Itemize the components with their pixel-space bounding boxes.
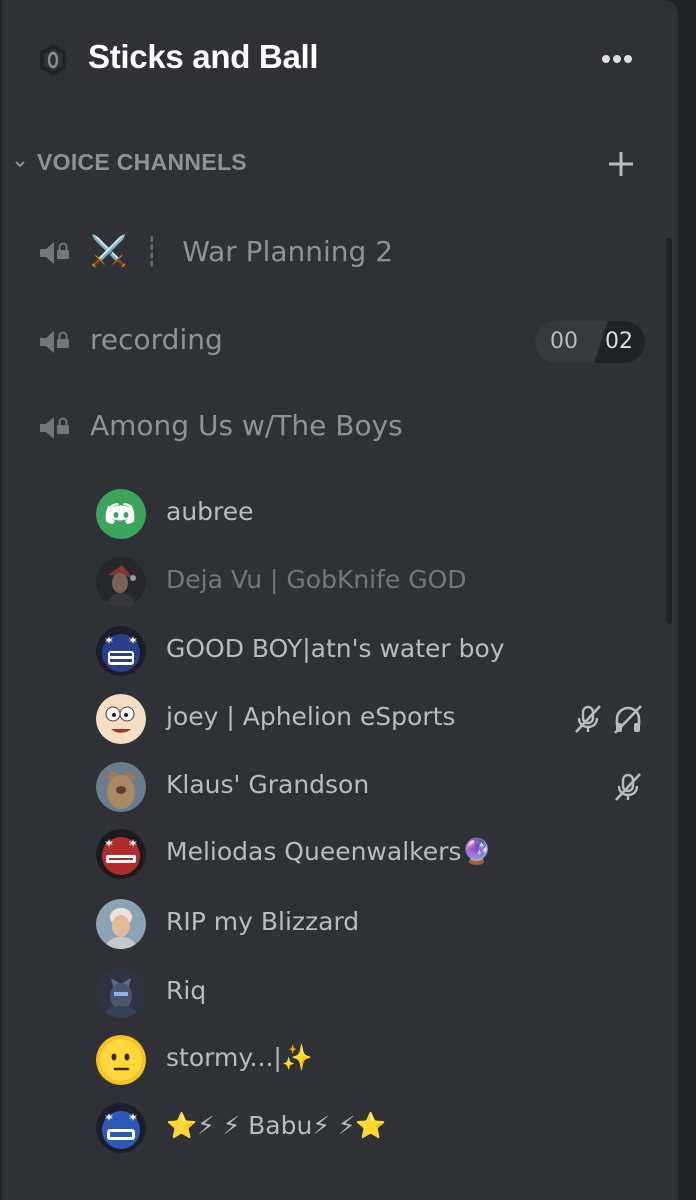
discord-logo-avatar <box>96 489 146 539</box>
member-name: RIP my Blizzard <box>166 907 360 936</box>
channel-sidebar: Sticks and Ball VOICE CHANNELS ⚔️ ┊ War Pl… <box>2 0 678 1200</box>
add-channel-icon[interactable] <box>606 149 636 179</box>
member-name: Meliodas Queenwalkers🔮 <box>166 837 493 866</box>
user-limit: 02 <box>605 329 633 354</box>
locked-speaker-icon <box>40 331 69 353</box>
voice-member[interactable]: Meliodas Queenwalkers🔮 <box>82 822 662 886</box>
server-settings-icon <box>40 44 66 76</box>
server-name: Sticks and Ball <box>88 38 319 75</box>
person-photo-avatar <box>96 899 146 949</box>
channel-separator: ┊ <box>143 235 161 268</box>
user-limit-badge: 00 02 <box>535 321 645 363</box>
member-name: stormy...|✨ <box>166 1043 313 1072</box>
channel-name-text: Among Us w/The Boys <box>90 409 403 442</box>
meliodas-badge-avatar <box>96 829 146 879</box>
muted-microphone-icon <box>615 773 641 801</box>
channel-name: ⚔️ ┊ War Planning 2 <box>90 234 393 269</box>
more-options-icon[interactable] <box>596 46 636 74</box>
deafened-headphones-icon <box>614 705 642 734</box>
voice-member[interactable]: Deja Vu | GobKnife GOD <box>82 550 662 614</box>
voice-member[interactable]: aubree <box>82 482 662 546</box>
voice-member[interactable]: stormy...|✨ <box>82 1028 662 1092</box>
member-name: joey | Aphelion eSports <box>166 702 456 731</box>
emoji-face-avatar <box>96 1035 146 1085</box>
muted-microphone-icon <box>575 705 601 733</box>
voice-member[interactable]: GOOD BOY|atn's water boy <box>82 619 662 683</box>
voice-channel-among-us[interactable]: Among Us w/The Boys <box>22 399 662 457</box>
voice-member[interactable]: Riq <box>82 961 662 1025</box>
voice-member[interactable]: Klaus' Grandson <box>82 755 662 819</box>
robot-photo-avatar <box>96 968 146 1018</box>
channel-name-text: recording <box>90 323 223 356</box>
member-name: aubree <box>166 497 254 526</box>
voice-channels-category[interactable]: VOICE CHANNELS <box>2 140 678 186</box>
member-name: GOOD BOY|atn's water boy <box>166 634 505 663</box>
member-name: Deja Vu | GobKnife GOD <box>166 565 467 594</box>
voice-channel-recording[interactable]: recording 00 02 <box>22 313 662 371</box>
voice-member[interactable]: RIP my Blizzard <box>82 892 662 956</box>
locked-speaker-icon <box>40 417 69 439</box>
voice-member[interactable]: joey | Aphelion eSports <box>82 687 662 751</box>
cartoon-face-avatar <box>96 694 146 744</box>
scrollbar[interactable] <box>666 238 672 624</box>
channel-name-text: War Planning 2 <box>182 235 394 268</box>
member-name: Riq <box>166 976 207 1005</box>
voice-channel-war-planning-2[interactable]: ⚔️ ┊ War Planning 2 <box>22 224 662 282</box>
voice-member[interactable]: ⭐⚡ ⚡ Babu⚡ ⚡⭐ <box>82 1096 662 1160</box>
locked-speaker-icon <box>40 242 69 264</box>
photo-avatar <box>96 557 146 607</box>
category-label: VOICE CHANNELS <box>37 149 247 175</box>
bear-photo-avatar <box>96 762 146 812</box>
crossed-swords-emoji: ⚔️ <box>90 234 128 269</box>
babu-badge-avatar <box>96 1103 146 1153</box>
chevron-down-icon <box>15 161 25 168</box>
user-count: 00 <box>535 321 593 363</box>
good-boy-badge-avatar <box>96 626 146 676</box>
server-header[interactable]: Sticks and Ball <box>2 0 678 120</box>
member-name: ⭐⚡ ⚡ Babu⚡ ⚡⭐ <box>166 1111 387 1140</box>
member-name: Klaus' Grandson <box>166 770 370 799</box>
